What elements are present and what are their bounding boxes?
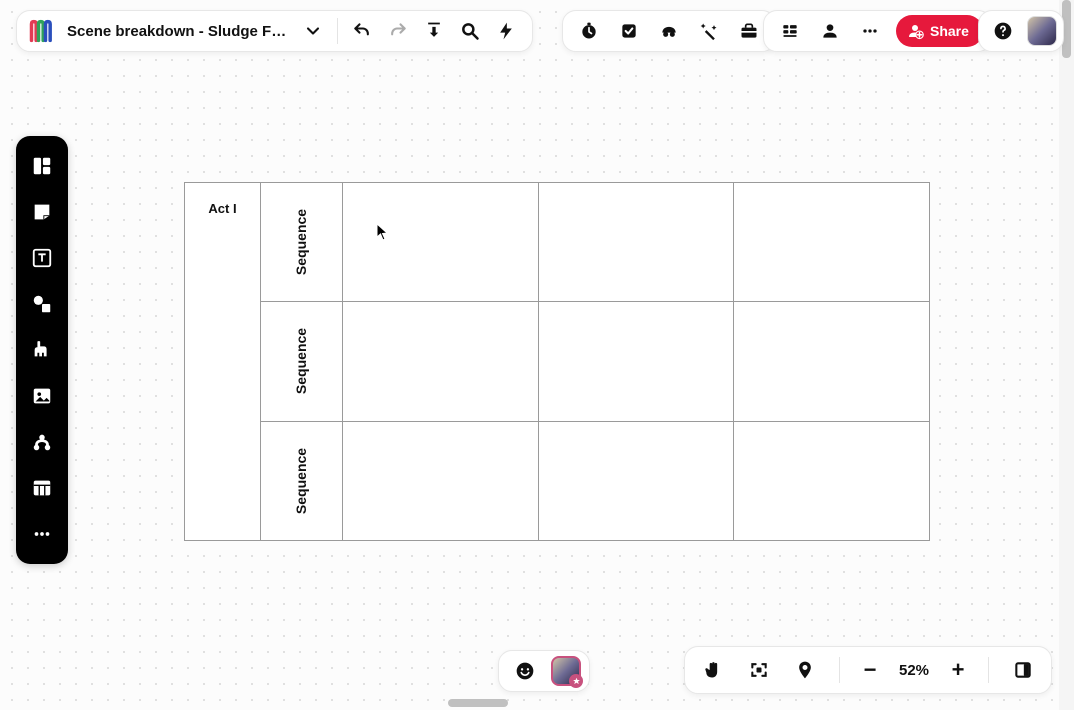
zoom-level[interactable]: 52% [894,662,934,679]
timer-button[interactable] [571,13,607,49]
scrollbar-vertical[interactable] [1059,0,1074,710]
image-button[interactable] [22,376,62,416]
bolt-button[interactable] [488,13,524,49]
zoom-out-button[interactable]: − [856,656,884,684]
header-help [978,10,1064,52]
sequence-label: Sequence [293,209,309,275]
vote-button[interactable] [611,13,647,49]
sequence-cell[interactable]: Sequence [261,421,342,540]
scene-cell[interactable] [343,302,538,420]
templates-button[interactable] [22,146,62,186]
text-button[interactable] [22,238,62,278]
act-label: Act I [208,201,236,216]
fit-button[interactable] [741,652,777,688]
scrollbar-horizontal[interactable] [0,695,1074,710]
board-table[interactable]: Act I Sequence Sequence Sequence [184,182,930,541]
scene-cell[interactable] [733,422,929,540]
more-tools-button[interactable] [22,514,62,554]
shapes-button[interactable] [22,284,62,324]
star-badge-icon [569,674,583,688]
location-button[interactable] [787,652,823,688]
connector-button[interactable] [22,422,62,462]
scene-cell[interactable] [733,183,929,301]
table-row [343,421,929,540]
search-button[interactable] [452,13,488,49]
sequence-label: Sequence [293,448,309,514]
scene-cell[interactable] [733,302,929,420]
header-main: Scene breakdown - Sludge Fashion [16,10,533,52]
sequence-cell[interactable]: Sequence [261,183,342,301]
undo-button[interactable] [344,13,380,49]
list-view-button[interactable] [772,13,808,49]
app-logo[interactable] [25,14,59,48]
header-tools [562,10,776,52]
user-avatar[interactable] [1027,16,1057,46]
toolbox-button[interactable] [731,13,767,49]
export-button[interactable] [416,13,452,49]
scrollbar-horizontal-thumb[interactable] [448,699,508,707]
header-collab: Share [763,10,992,52]
minimap-button[interactable] [1005,652,1041,688]
separator [839,657,840,683]
share-label: Share [930,23,969,39]
act-column[interactable]: Act I [185,183,261,540]
table-row [343,183,929,301]
sequence-label: Sequence [293,328,309,394]
emoji-button[interactable] [507,653,543,689]
help-button[interactable] [985,13,1021,49]
table-row [343,301,929,420]
redo-button[interactable] [380,13,416,49]
sequence-column: Sequence Sequence Sequence [261,183,343,540]
body-column [343,183,929,540]
reactions-bar [498,650,590,692]
left-toolbar [16,136,68,564]
llama-button[interactable] [22,330,62,370]
invite-button[interactable] [812,13,848,49]
sticky-note-button[interactable] [22,192,62,232]
private-mode-button[interactable] [651,13,687,49]
scene-cell[interactable] [538,422,734,540]
board-title[interactable]: Scene breakdown - Sludge Fashion [65,23,295,40]
scene-cell[interactable] [343,183,538,301]
pan-button[interactable] [695,652,731,688]
title-dropdown[interactable] [295,13,331,49]
sequence-cell[interactable]: Sequence [261,301,342,420]
more-button[interactable] [852,13,888,49]
scene-cell[interactable] [343,422,538,540]
mouse-cursor [376,223,390,241]
separator [337,18,338,44]
zoom-bar: − 52% + [684,646,1052,694]
scene-cell[interactable] [538,183,734,301]
separator [988,657,989,683]
zoom-in-button[interactable]: + [944,656,972,684]
share-button[interactable]: Share [896,15,983,47]
magic-button[interactable] [691,13,727,49]
table-button[interactable] [22,468,62,508]
scene-cell[interactable] [538,302,734,420]
presence-avatar[interactable] [551,656,581,686]
